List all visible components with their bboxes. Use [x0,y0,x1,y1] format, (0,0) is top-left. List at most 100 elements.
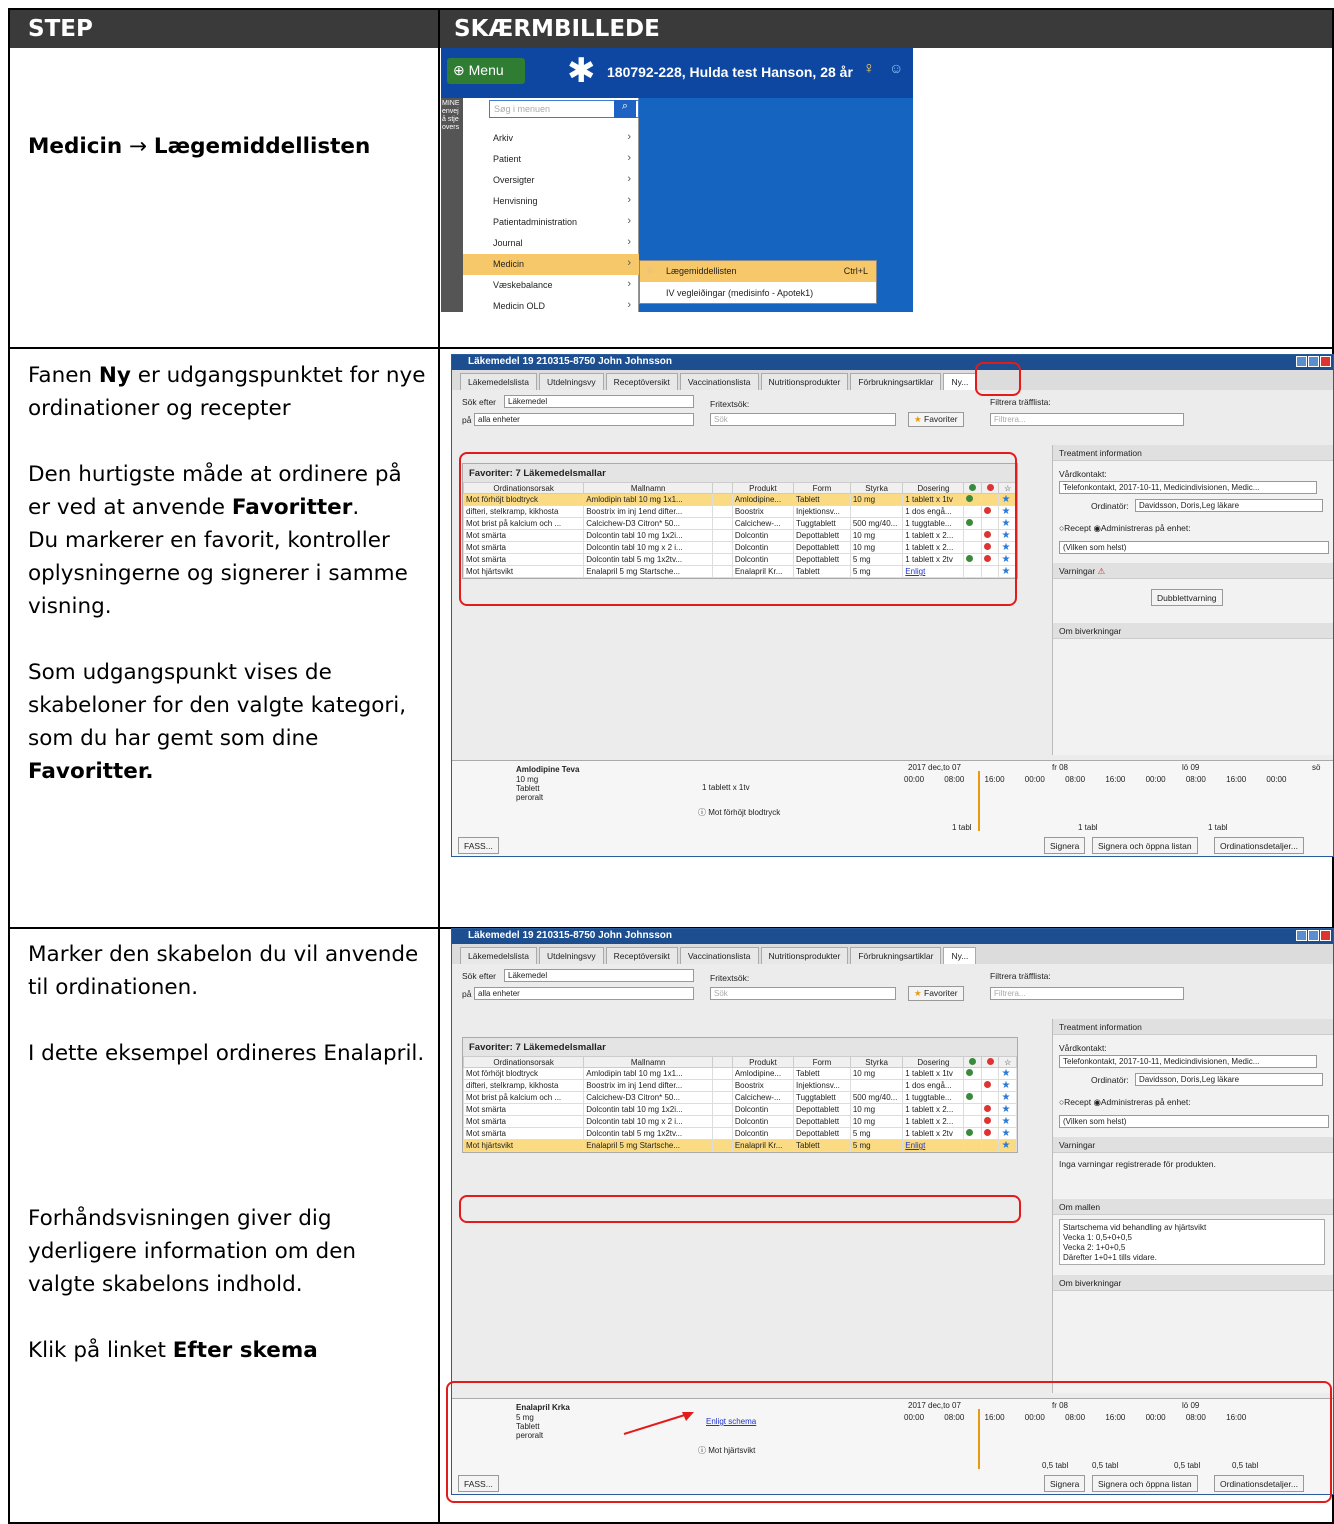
header-step: STEP [28,16,93,42]
tab[interactable]: Förbrukningsartiklar [850,947,942,964]
ordinator-field[interactable]: Davidsson, Doris,Leg läkare [1135,499,1323,512]
s2-l2b: Favoritter [231,495,353,520]
user-icon: ☺ [889,60,904,76]
menu-button[interactable]: ⊕ Menu [447,58,525,84]
step1-arrow: → [129,134,148,159]
label: Ordinatör: [1091,501,1129,511]
highlight-preview [446,1381,1332,1503]
recept-radio[interactable]: ○Recept ◉Administreras på enhet: [1059,1097,1191,1108]
menu-item[interactable]: Væskebalance › [463,275,639,296]
tab-ny[interactable]: Ny... [943,373,977,390]
left-strip: MINE envej å stje overs [441,98,463,312]
s3-l1: Marker den skabelon du vil anvende til o… [28,942,419,1000]
header-screenshot: SKÆRMBILLEDE [454,16,660,42]
filter-input[interactable]: Filtrera... [990,413,1184,426]
search-input[interactable]: Sök [710,987,896,1000]
preview-dose: 1 tablett x 1tv [702,783,750,792]
menu-item[interactable]: Patient › [463,149,639,170]
menu-screenshot: ⊕ Menu ✱ 180792-228, Hulda test Hanson, … [441,48,913,312]
ordinationsdetaljer-button[interactable]: Ordinationsdetaljer... [1214,837,1304,854]
s3-l3: Forhåndsvisningen giver dig yderligere i… [28,1206,357,1297]
signera-oppna-button[interactable]: Signera och öppna listan [1092,837,1198,854]
menu-item[interactable]: Oversigter › [463,170,639,191]
search-input[interactable]: Sök [710,413,896,426]
tab[interactable]: Nutritionsprodukter [760,373,849,390]
vardkontakt-select[interactable]: Telefonkontakt, 2017-10-11, Medicindivis… [1059,1055,1317,1068]
dose-mark: 1 tabl [1208,823,1228,832]
label: Vårdkontakt: [1059,469,1107,479]
star-icon: ☆ [646,265,655,275]
dubblett-button[interactable]: Dubblettvarning [1151,589,1223,606]
enhet-select[interactable]: alla enheter [474,987,694,1000]
preview-form: Tablett [516,784,540,793]
female-icon: ♀ [863,60,875,77]
menu-item[interactable]: Patientadministration › [463,212,639,233]
timeline-day: lö 09 [1182,763,1200,772]
filter-input[interactable]: Filtrera... [990,987,1184,1000]
recept-radio[interactable]: ○Recept ◉Administreras på enhet: [1059,523,1191,534]
tab-ny[interactable]: Ny... [943,947,977,964]
top-bar: ⊕ Menu ✱ 180792-228, Hulda test Hanson, … [441,48,913,98]
favoriter-button[interactable]: ★ Favoriter [908,986,964,1001]
label: på [462,415,472,425]
dose-mark: 1 tabl [952,823,972,832]
step1-label-a: Medicin [28,134,123,159]
table-row-selected[interactable]: Mot hjärtsvikt Enalapril 5 mg Startsche..… [462,1139,1017,1152]
ordinator-field[interactable]: Davidsson, Doris,Leg läkare [1135,1073,1323,1086]
tab[interactable]: Receptöversikt [605,947,678,964]
preview-pane: Amlodipine Teva 10 mg Tablett peroralt 1… [452,760,1333,856]
tab[interactable]: Utdelningsvy [538,947,604,964]
enhet-dropdown[interactable]: (Vilken som helst) [1059,1115,1329,1128]
label: Fritextsök: [710,973,750,983]
tab[interactable]: Nutritionsprodukter [760,947,849,964]
tab[interactable]: Läkemedelslista [460,373,537,390]
enhet-select[interactable]: alla enheter [474,413,694,426]
label: på [462,989,472,999]
s3-l4a: Klik på linket [28,1338,173,1363]
label: Ordinatör: [1091,1075,1129,1085]
tab[interactable]: Utdelningsvy [538,373,604,390]
tab[interactable]: Receptöversikt [605,373,678,390]
tab[interactable]: Förbrukningsartiklar [850,373,942,390]
table-header: STEP SKÆRMBILLEDE [10,10,1332,48]
menu-item[interactable]: Medicin OLD › [463,296,639,312]
sok-efter-select[interactable]: Läkemedel [504,969,694,982]
favoriter-button[interactable]: ★ Favoriter [908,412,964,427]
window-title: Läkemedel 19 210315-8750 John Johnsson [452,929,1333,944]
menu-item[interactable]: Arkiv › [463,128,639,149]
sok-efter-select[interactable]: Läkemedel [504,395,694,408]
label: Sök efter [462,971,497,981]
tab[interactable]: Vaccinationslista [679,947,759,964]
table-row[interactable]: Mot förhöjt blodtryck Amlodipin tabl 10 m… [462,1067,1017,1080]
window-title: Läkemedel 19 210315-8750 John Johnsson [452,355,1333,370]
table-row[interactable]: Mot smärta Dolcontin tabl 10 mg 1x2i... Do… [462,1103,1017,1116]
table-row[interactable]: difteri, stelkramp, kikhosta Boostrix im … [462,1079,1017,1092]
red-arrow-icon [623,1412,694,1435]
submenu-item-laegemiddellisten[interactable]: ☆ Lægemiddellisten Ctrl+L [640,261,876,282]
fass-button[interactable]: FASS... [458,837,499,854]
s2-l1b: Ny [98,363,131,388]
table-row[interactable]: Mot smärta Dolcontin tabl 10 mg x 2 i... D… [462,1115,1017,1128]
mallen-text: Startschema vid behandling av hjärtsvikt… [1059,1219,1325,1265]
vardkontakt-select[interactable]: Telefonkontakt, 2017-10-11, Medicindivis… [1059,481,1317,494]
menu-item-medicin[interactable]: Medicin › [463,254,639,275]
search-icon[interactable]: ⌕ [614,100,636,118]
table-row[interactable]: Mot brist på kalcium och ... Calcichew-D3… [462,1091,1017,1104]
favorites-panel: Favoriter: 7 Läkemedelsmallar Ordination… [462,1037,1018,1153]
signera-button[interactable]: Signera [1044,837,1086,854]
submenu-item-iv[interactable]: IV vegleiðingar (medisinfo - Apotek1) [640,283,876,304]
enhet-dropdown[interactable]: (Vilken som helst) [1059,541,1329,554]
timeline-hours: 00:00 08:00 16:00 00:00 08:00 16:00 00:0… [904,775,1287,784]
menu-item[interactable]: Henvisning › [463,191,639,212]
tab-bar: Läkemedelslista Utdelningsvy Receptöversik… [452,944,1333,964]
table-row[interactable]: Mot smärta Dolcontin tabl 5 mg 1x2tv... Do… [462,1127,1017,1140]
s2-l1a: Fanen [28,363,99,388]
tab[interactable]: Vaccinationslista [679,373,759,390]
menu-item[interactable]: Journal › [463,233,639,254]
timeline-day: sö [1312,763,1321,772]
emergency-star-icon: ✱ [567,52,596,90]
tab[interactable]: Läkemedelslista [460,947,537,964]
treatment-header: Treatment information [1053,445,1333,461]
om-mallen-header: Om mallen [1053,1199,1333,1215]
preview-route: peroralt [516,793,544,802]
